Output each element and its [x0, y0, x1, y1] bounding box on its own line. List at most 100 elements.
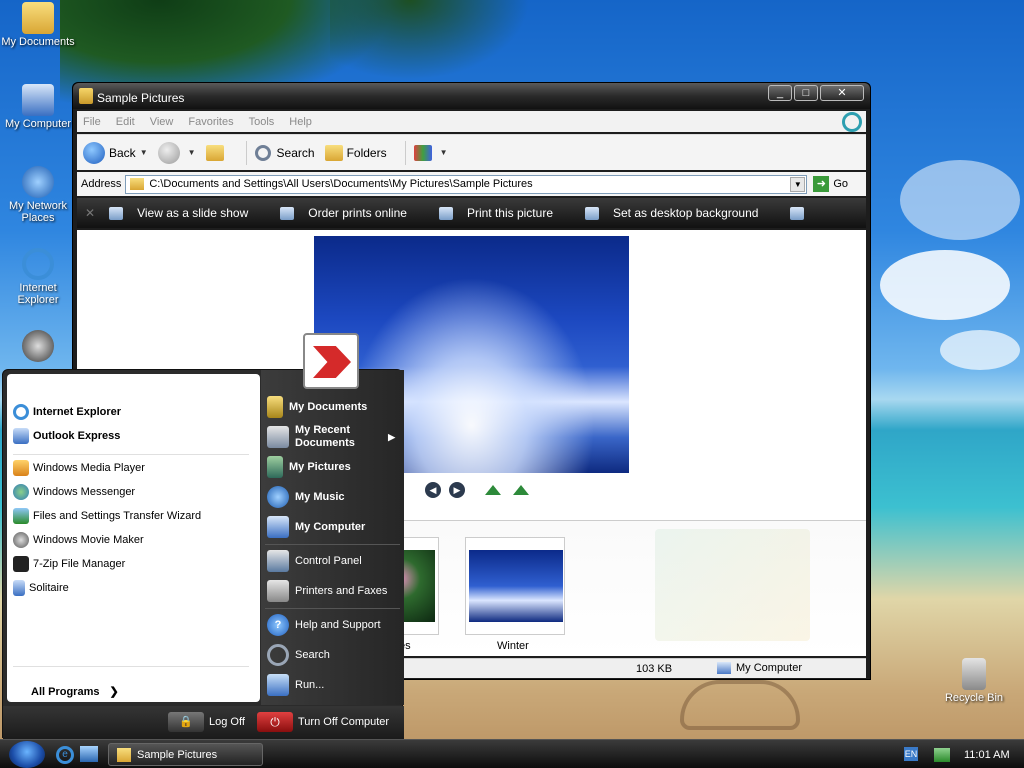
next-image-button[interactable]: ▶	[449, 482, 465, 498]
more-tasks-icon	[790, 206, 805, 220]
printer-icon	[267, 580, 289, 602]
toolbar-separator	[245, 140, 247, 165]
start-item-my-pictures[interactable]: My Pictures	[267, 456, 351, 478]
start-item-run[interactable]: Run...	[267, 674, 324, 696]
up-folder-button[interactable]	[205, 144, 228, 161]
menu-help[interactable]: Help	[289, 116, 312, 128]
menu-separator	[13, 666, 249, 667]
thumbnail-label: Winter	[497, 640, 529, 652]
order-prints-icon	[280, 206, 295, 220]
forward-button[interactable]: ▼	[157, 141, 196, 164]
start-menu-places: My Documents My Recent Documents ▶ My Pi…	[261, 370, 404, 705]
start-item-7zip[interactable]: 7-Zip File Manager	[13, 556, 125, 572]
desktop-icon-recycle-bin[interactable]: Recycle Bin	[936, 658, 1012, 704]
thumbnail-winter[interactable]	[465, 537, 565, 635]
menu-file[interactable]: File	[83, 116, 101, 128]
language-indicator[interactable]: EN	[904, 747, 918, 761]
window-titlebar[interactable]: Sample Pictures _ □ ✕	[73, 83, 870, 109]
taskbar-button-sample-pictures[interactable]: Sample Pictures	[108, 743, 263, 766]
menu-separator	[13, 454, 249, 455]
chevron-right-icon: ▶	[388, 431, 395, 442]
start-item-printers-faxes[interactable]: Printers and Faxes	[267, 580, 387, 602]
task-print[interactable]: Print this picture	[438, 206, 553, 220]
start-item-my-recent-documents[interactable]: My Recent Documents ▶	[267, 424, 395, 450]
search-icon	[254, 144, 271, 161]
menu-edit[interactable]: Edit	[116, 116, 135, 128]
taskbar: e Sample Pictures EN 11:01 AM	[0, 739, 1024, 768]
maximize-button[interactable]: □	[794, 85, 818, 101]
views-button[interactable]: ▼	[413, 144, 448, 161]
file-size: 103 KB	[636, 663, 673, 675]
network-status-icon[interactable]	[934, 747, 950, 762]
network-icon	[22, 166, 54, 198]
7zip-icon	[13, 556, 29, 572]
sand-heart-drawing	[680, 680, 800, 730]
system-tray: 11:01 AM	[934, 740, 1024, 768]
menu-view[interactable]: View	[150, 116, 174, 128]
up-folder-icon	[205, 144, 224, 161]
log-off-button[interactable]: 🔒 Log Off	[168, 712, 245, 732]
start-item-windows-messenger[interactable]: Windows Messenger	[13, 484, 135, 500]
desktop-icon-my-documents[interactable]: My Documents	[0, 2, 76, 48]
desktop-icon-raccoon[interactable]	[0, 330, 76, 364]
all-programs-button[interactable]: All Programs ❯	[31, 685, 119, 699]
go-button[interactable]: ➜ Go	[813, 176, 848, 192]
mail-icon	[13, 428, 29, 444]
start-item-my-computer[interactable]: My Computer	[267, 516, 365, 538]
start-item-my-music[interactable]: My Music	[267, 486, 345, 508]
chevron-down-icon[interactable]: ▼	[140, 148, 148, 157]
folders-button[interactable]: Folders	[324, 144, 387, 161]
chevron-down-icon[interactable]: ▼	[790, 176, 806, 192]
menu-tools[interactable]: Tools	[249, 116, 275, 128]
transfer-wizard-icon	[13, 508, 29, 524]
back-button[interactable]: Back ▼	[83, 141, 148, 164]
address-input[interactable]: C:\Documents and Settings\All Users\Docu…	[125, 174, 808, 194]
wallpaper-cloud	[900, 160, 1020, 240]
start-item-control-panel[interactable]: Control Panel	[267, 550, 362, 572]
search-button[interactable]: Search	[254, 144, 315, 161]
media-player-icon	[13, 460, 29, 476]
start-item-movie-maker[interactable]: Windows Movie Maker	[13, 532, 144, 548]
start-menu-programs: Internet Explorer Outlook Express Window…	[7, 374, 260, 702]
start-item-windows-media-player[interactable]: Windows Media Player	[13, 460, 145, 476]
clock[interactable]: 11:01 AM	[964, 749, 1010, 761]
previous-image-button[interactable]: ◀	[425, 482, 441, 498]
task-more[interactable]	[790, 206, 818, 220]
start-item-solitaire[interactable]: Solitaire	[13, 580, 69, 596]
forward-arrow-icon	[157, 141, 180, 164]
start-item-internet-explorer[interactable]: Internet Explorer	[13, 404, 121, 420]
close-icon[interactable]: ✕	[85, 206, 95, 220]
user-picture-tile[interactable]	[303, 333, 359, 389]
chevron-down-icon[interactable]: ▼	[188, 148, 196, 157]
folder-watermark-icon	[655, 529, 810, 641]
start-item-help-support[interactable]: ? Help and Support	[267, 614, 381, 636]
task-slideshow[interactable]: View as a slide show	[109, 206, 248, 220]
solitaire-icon	[13, 580, 25, 596]
filmstrip-controls: ◀ ▶	[425, 482, 529, 498]
computer-icon	[22, 84, 54, 116]
minimize-button[interactable]: _	[768, 85, 792, 101]
start-item-search[interactable]: Search	[267, 644, 330, 666]
desktop-icon-my-computer[interactable]: My Computer	[0, 84, 76, 130]
power-icon: ⏻	[257, 712, 293, 732]
desktop-icon-internet-explorer[interactable]: Internet Explorer	[0, 248, 76, 306]
menu-favorites[interactable]: Favorites	[188, 116, 233, 128]
control-panel-icon	[267, 550, 289, 572]
start-item-outlook-express[interactable]: Outlook Express	[13, 428, 120, 444]
arrow-icon	[313, 346, 351, 378]
task-order-prints[interactable]: Order prints online	[280, 206, 407, 220]
desktop-icon-my-network-places[interactable]: My Network Places	[0, 166, 76, 224]
close-button[interactable]: ✕	[820, 85, 864, 101]
turn-off-button[interactable]: ⏻ Turn Off Computer	[257, 712, 389, 732]
run-icon	[267, 674, 289, 696]
task-set-background[interactable]: Set as desktop background	[585, 206, 758, 220]
start-item-my-documents[interactable]: My Documents	[267, 396, 367, 418]
show-desktop-icon[interactable]	[80, 746, 98, 762]
rotate-counterclockwise-button[interactable]	[513, 485, 529, 495]
start-item-transfer-wizard[interactable]: Files and Settings Transfer Wizard	[13, 508, 201, 524]
start-button[interactable]	[9, 741, 45, 768]
ie-icon[interactable]: e	[56, 746, 74, 764]
rotate-clockwise-button[interactable]	[485, 485, 501, 495]
messenger-icon	[13, 484, 29, 500]
desktop-background-icon	[585, 206, 599, 220]
